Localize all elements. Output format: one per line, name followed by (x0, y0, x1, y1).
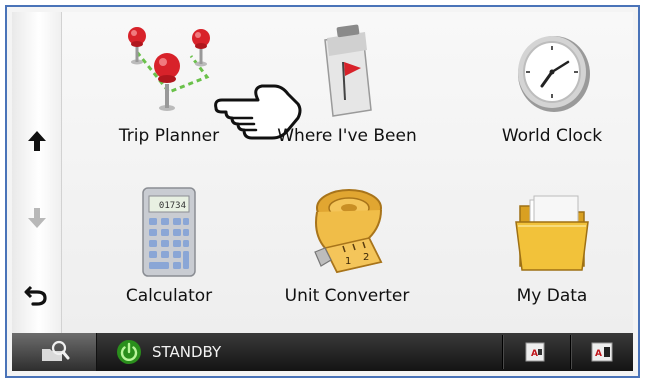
app-world-clock[interactable]: World Clock (467, 12, 633, 162)
arrow-down-icon (27, 208, 46, 228)
power-standby-icon[interactable] (116, 339, 142, 365)
bottom-bar: STANDBY A A (12, 333, 633, 371)
arrow-up-icon (27, 131, 46, 151)
app-label: Where I've Been (277, 126, 417, 146)
scroll-up-button[interactable] (12, 117, 61, 165)
folder-icon (515, 195, 589, 271)
display-mode-button-2[interactable]: A (580, 337, 626, 367)
svg-text:2: 2 (363, 252, 369, 263)
display-mode-icon: A (525, 342, 545, 362)
svg-text:A: A (531, 349, 538, 359)
back-button[interactable] (12, 270, 61, 318)
svg-text:A: A (595, 349, 602, 359)
flag-notepad-icon (324, 24, 372, 117)
map-pins-icon (128, 27, 210, 111)
svg-text:1: 1 (345, 256, 351, 267)
sidebar (12, 12, 62, 338)
app-label: My Data (516, 286, 588, 306)
display-mode-button-1[interactable]: A (512, 337, 558, 367)
app-unit-converter[interactable]: 1 2 Unit Converter (262, 172, 432, 322)
app-my-data[interactable]: My Data (467, 172, 633, 322)
divider (570, 335, 571, 369)
app-label: Unit Converter (284, 286, 410, 306)
clock-icon (518, 36, 590, 112)
divider (502, 335, 503, 369)
app-where-ive-been[interactable]: Where I've Been (262, 12, 432, 162)
scroll-down-button[interactable] (12, 194, 61, 242)
screenshot-frame: Trip Planner Where I've Been World Clock… (5, 5, 640, 378)
search-button[interactable] (12, 333, 97, 371)
calculator-display: 01734 (159, 201, 186, 211)
device-screen: Trip Planner Where I've Been World Clock… (12, 12, 633, 371)
app-grid: Trip Planner Where I've Been World Clock… (62, 12, 633, 338)
app-label: World Clock (501, 126, 603, 146)
app-label: Calculator (125, 286, 213, 306)
app-calculator[interactable]: 01734 Calculator (84, 172, 254, 322)
back-arrow-icon (24, 285, 47, 306)
tape-measure-icon: 1 2 (314, 189, 383, 274)
search-folder-icon (42, 340, 70, 361)
display-mode-icon: A (591, 342, 613, 362)
standby-label[interactable]: STANDBY (152, 343, 221, 361)
calculator-icon: 01734 (142, 187, 196, 277)
